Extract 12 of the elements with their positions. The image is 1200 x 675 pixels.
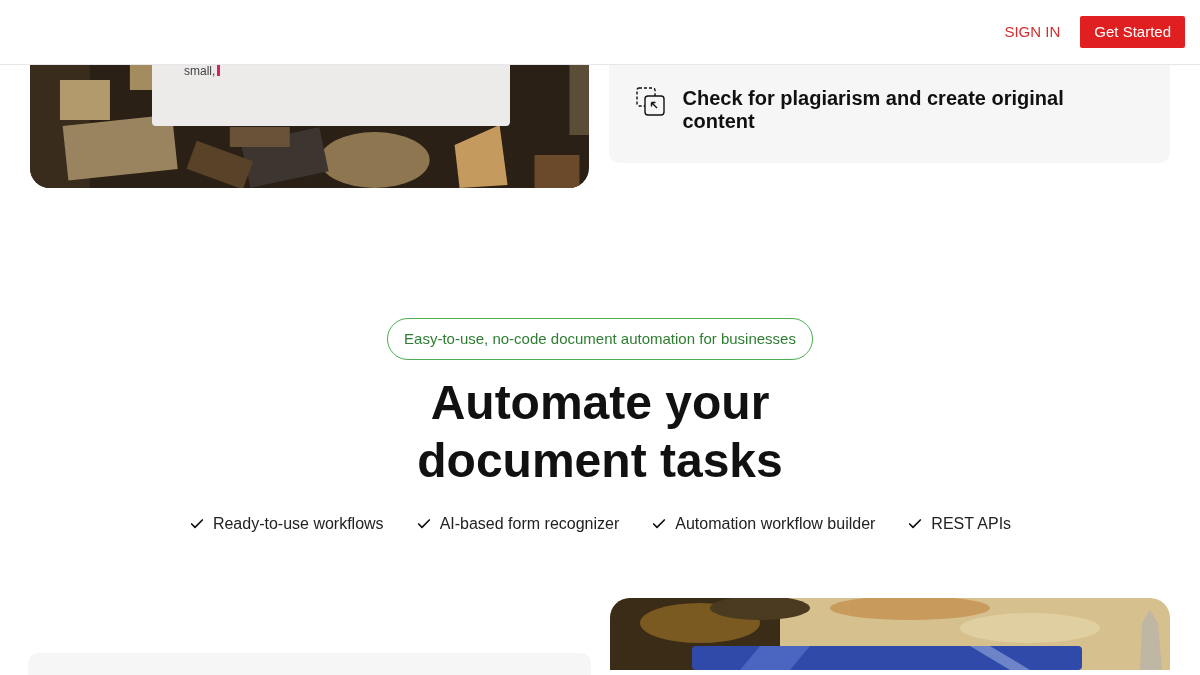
text-cursor [217,65,221,76]
get-started-button[interactable]: Get Started [1080,16,1185,48]
copy-icon [636,87,667,117]
editor-text: small, [184,65,216,77]
feature-item: Automation workflow builder [675,514,876,534]
feature-title: Check for plagiarism and create original content [682,87,1065,133]
feature-item: Ready-to-use workflows [212,514,384,534]
headline: Automate your [430,375,770,431]
sign-in-link[interactable]: SIGN IN [1000,20,1065,44]
headline: document tasks [417,433,783,489]
feature-item: REST APIs [931,514,1012,534]
feature-item: AI-based form recognizer [439,514,620,534]
